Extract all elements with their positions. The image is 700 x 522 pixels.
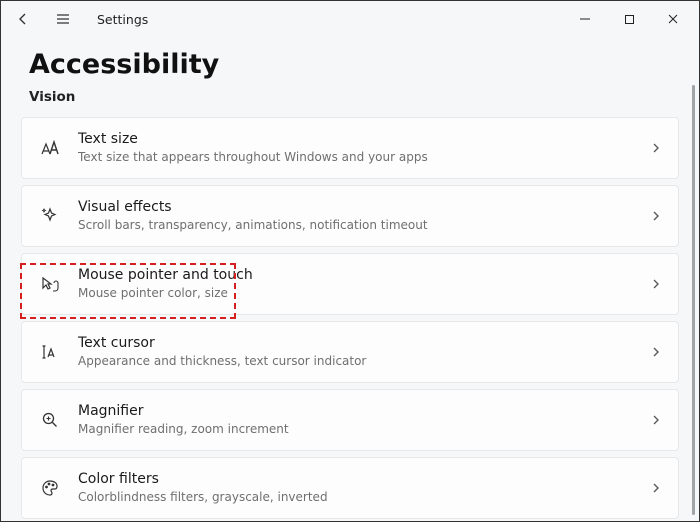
setting-item-subtitle: Appearance and thickness, text cursor in… xyxy=(78,354,650,370)
palette-icon xyxy=(36,479,64,497)
setting-item-visual-effects[interactable]: Visual effects Scroll bars, transparency… xyxy=(21,185,679,247)
close-icon xyxy=(667,13,679,25)
chevron-right-icon xyxy=(650,343,662,362)
setting-item-text-cursor[interactable]: Text cursor Appearance and thickness, te… xyxy=(21,321,679,383)
setting-item-text-size[interactable]: Text size Text size that appears through… xyxy=(21,117,679,179)
maximize-button[interactable] xyxy=(607,3,651,35)
setting-item-mouse-pointer-touch[interactable]: Mouse pointer and touch Mouse pointer co… xyxy=(21,253,679,315)
setting-item-title: Text cursor xyxy=(78,334,650,353)
magnifier-icon xyxy=(36,411,64,429)
chevron-right-icon xyxy=(650,139,662,158)
setting-item-subtitle: Text size that appears throughout Window… xyxy=(78,150,650,166)
setting-item-title: Magnifier xyxy=(78,402,650,421)
chevron-right-icon xyxy=(650,411,662,430)
setting-item-color-filters[interactable]: Color filters Colorblindness filters, gr… xyxy=(21,457,679,519)
app-name-label: Settings xyxy=(97,12,148,27)
setting-item-subtitle: Mouse pointer color, size xyxy=(78,286,650,302)
chevron-right-icon xyxy=(650,479,662,498)
setting-item-subtitle: Colorblindness filters, grayscale, inver… xyxy=(78,490,650,506)
back-button[interactable] xyxy=(5,3,41,35)
minimize-button[interactable] xyxy=(563,3,607,35)
menu-button[interactable] xyxy=(45,3,81,35)
chevron-right-icon xyxy=(650,275,662,294)
scrollbar[interactable] xyxy=(692,85,695,515)
section-label-vision: Vision xyxy=(21,85,679,117)
setting-item-title: Color filters xyxy=(78,470,650,489)
content-scroll[interactable]: Vision Text size Text size that appears … xyxy=(1,85,699,519)
minimize-icon xyxy=(579,13,591,25)
setting-item-subtitle: Scroll bars, transparency, animations, n… xyxy=(78,218,650,234)
setting-item-magnifier[interactable]: Magnifier Magnifier reading, zoom increm… xyxy=(21,389,679,451)
hamburger-icon xyxy=(55,11,71,27)
setting-item-subtitle: Magnifier reading, zoom increment xyxy=(78,422,650,438)
setting-item-title: Mouse pointer and touch xyxy=(78,266,650,285)
setting-item-title: Text size xyxy=(78,130,650,149)
text-size-icon xyxy=(36,139,64,157)
setting-item-title: Visual effects xyxy=(78,198,650,217)
sparkle-icon xyxy=(36,207,64,225)
cursor-tap-icon xyxy=(36,275,64,293)
titlebar: Settings xyxy=(1,1,699,37)
arrow-left-icon xyxy=(15,11,31,27)
close-button[interactable] xyxy=(651,3,695,35)
maximize-icon xyxy=(624,14,635,25)
chevron-right-icon xyxy=(650,207,662,226)
text-cursor-icon xyxy=(36,343,64,361)
